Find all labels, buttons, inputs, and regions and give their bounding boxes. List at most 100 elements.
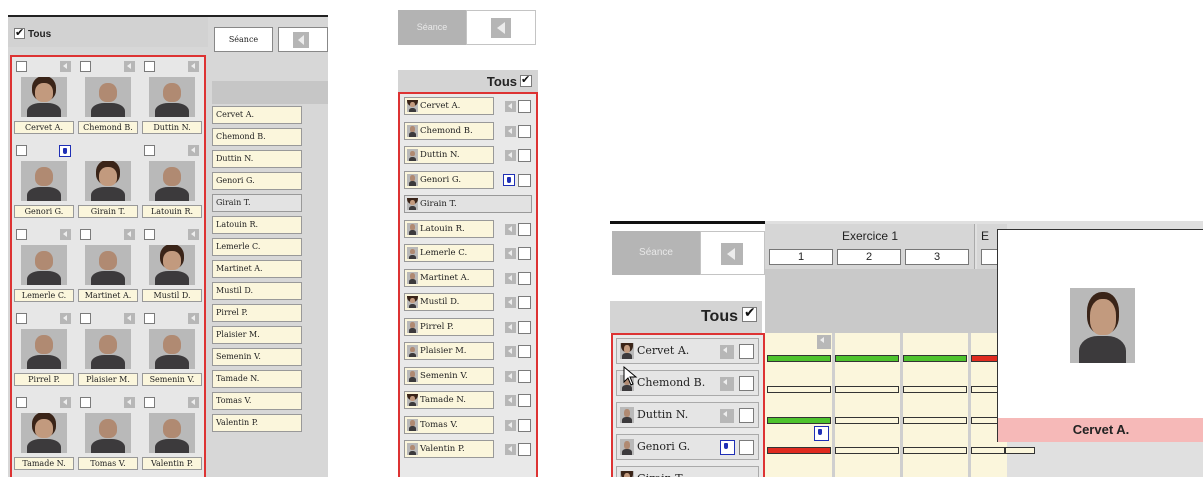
student-name-box[interactable]: Girain T. (404, 195, 532, 213)
student-row[interactable]: Genori G. (616, 434, 763, 462)
student-checkbox[interactable] (16, 397, 27, 408)
raised-hand-icon[interactable] (814, 426, 829, 441)
seance-button[interactable]: Séance (214, 27, 273, 52)
student-name-row[interactable]: Genori G. (212, 172, 302, 190)
student-checkbox[interactable] (518, 418, 531, 432)
student-checkbox[interactable] (739, 440, 754, 455)
student-checkbox[interactable] (80, 397, 91, 408)
student-name-row[interactable]: Lemerle C. (212, 238, 302, 256)
student-row[interactable]: Duttin N. (404, 146, 536, 167)
student-card[interactable]: Martinet A. (77, 226, 139, 308)
student-name-row[interactable]: Martinet A. (212, 260, 302, 278)
student-checkbox[interactable] (518, 124, 531, 138)
student-name-box[interactable]: Pirrel P. (404, 317, 494, 336)
student-name-row[interactable]: Tamade N. (212, 370, 302, 388)
student-row[interactable]: Pirrel P. (404, 317, 536, 339)
raised-hand-icon[interactable] (720, 440, 735, 455)
student-card[interactable]: Tamade N. (13, 394, 75, 476)
student-row[interactable]: Genori G. (404, 170, 536, 192)
student-checkbox[interactable] (144, 397, 155, 408)
student-name-row[interactable]: Valentin P. (212, 414, 302, 432)
raised-hand-icon[interactable] (503, 173, 515, 186)
student-name-box[interactable]: Duttin N. (404, 146, 494, 164)
student-checkbox[interactable] (144, 145, 155, 156)
student-name-box[interactable]: Cervet A. (404, 97, 494, 115)
student-name-box[interactable]: Tomas V. (404, 415, 494, 434)
student-row[interactable]: Valentin P. (404, 440, 536, 461)
student-checkbox[interactable] (739, 344, 754, 359)
student-name-box[interactable]: Semenin V. (404, 366, 494, 385)
student-name-box[interactable]: Martinet A. (404, 268, 494, 287)
student-checkbox[interactable] (518, 149, 531, 162)
student-row[interactable]: Chemond B. (404, 121, 536, 143)
student-card[interactable]: Cervet A. (13, 58, 75, 140)
back-button[interactable] (278, 27, 328, 52)
seance-button[interactable]: Séance (612, 231, 700, 275)
student-card[interactable]: Valentin P. (141, 394, 203, 476)
student-checkbox[interactable] (80, 313, 91, 324)
student-card[interactable]: Duttin N. (141, 58, 203, 140)
student-name-row[interactable]: Tomas V. (212, 392, 302, 410)
student-card[interactable]: Semenin V. (141, 310, 203, 392)
seance-button[interactable]: Séance (398, 10, 466, 45)
raised-hand-icon[interactable] (59, 145, 71, 157)
student-checkbox[interactable] (144, 61, 155, 72)
student-card[interactable]: Tomas V. (77, 394, 139, 476)
student-name-row[interactable]: Chemond B. (212, 128, 302, 146)
student-row[interactable]: Mustil D. (404, 293, 536, 314)
student-name-box[interactable]: Duttin N. (616, 402, 759, 428)
student-row[interactable]: Latouin R. (404, 219, 536, 241)
student-name-row[interactable]: Latouin R. (212, 216, 302, 234)
select-all-checkbox[interactable] (742, 305, 757, 322)
student-checkbox[interactable] (518, 394, 531, 407)
student-checkbox[interactable] (518, 271, 531, 285)
student-name-row[interactable]: Semenin V. (212, 348, 302, 366)
student-checkbox[interactable] (144, 313, 155, 324)
student-row[interactable]: Duttin N. (616, 402, 763, 430)
student-checkbox[interactable] (80, 229, 91, 240)
student-card[interactable]: Mustil D. (141, 226, 203, 308)
student-row[interactable]: Semenin V. (404, 366, 536, 388)
student-name-box[interactable]: Lemerle C. (404, 244, 494, 262)
select-all-header[interactable]: Tous (610, 301, 762, 333)
student-row[interactable]: Tomas V. (404, 415, 536, 437)
student-checkbox[interactable] (518, 296, 531, 309)
exercise-step-3[interactable]: 3 (905, 249, 969, 265)
student-name-box[interactable]: Latouin R. (404, 219, 494, 238)
student-checkbox[interactable] (518, 100, 531, 113)
student-row[interactable]: Lemerle C. (404, 244, 536, 265)
student-name-box[interactable]: Chemond B. (404, 121, 494, 140)
student-card[interactable]: Plaisier M. (77, 310, 139, 392)
student-name-box[interactable]: Valentin P. (404, 440, 494, 458)
select-all-header[interactable]: Tous (398, 70, 538, 92)
student-name-box[interactable]: Genori G. (616, 434, 759, 460)
student-row[interactable]: Girain T. (616, 466, 763, 477)
student-card[interactable]: Latouin R. (141, 142, 203, 224)
student-checkbox[interactable] (518, 443, 531, 456)
student-checkbox[interactable] (16, 313, 27, 324)
student-checkbox[interactable] (80, 61, 91, 72)
student-checkbox[interactable] (518, 247, 531, 260)
student-row[interactable]: Cervet A. (404, 97, 536, 118)
student-name-row[interactable]: Cervet A. (212, 106, 302, 124)
student-checkbox[interactable] (144, 229, 155, 240)
student-name-row[interactable]: Pirrel P. (212, 304, 302, 322)
student-name-row[interactable]: Girain T. (212, 194, 302, 212)
student-row[interactable]: Martinet A. (404, 268, 536, 290)
back-button[interactable] (466, 10, 536, 45)
student-name-box[interactable]: Cervet A. (616, 338, 759, 364)
select-all-checkbox[interactable] (520, 73, 532, 87)
student-checkbox[interactable] (518, 345, 531, 358)
student-name-box[interactable]: Genori G. (404, 170, 494, 189)
student-card[interactable]: Genori G. (13, 142, 75, 224)
student-name-row[interactable]: Plaisier M. (212, 326, 302, 344)
student-checkbox[interactable] (16, 229, 27, 240)
student-row[interactable]: Plaisier M. (404, 342, 536, 363)
student-checkbox[interactable] (16, 61, 27, 72)
select-all-checkbox[interactable] (14, 26, 25, 39)
student-name-box[interactable]: Mustil D. (404, 293, 494, 311)
exercise-step-1[interactable]: 1 (769, 249, 833, 265)
student-row[interactable]: Cervet A. (616, 338, 763, 366)
student-name-row[interactable]: Duttin N. (212, 150, 302, 168)
student-card[interactable]: Pirrel P. (13, 310, 75, 392)
